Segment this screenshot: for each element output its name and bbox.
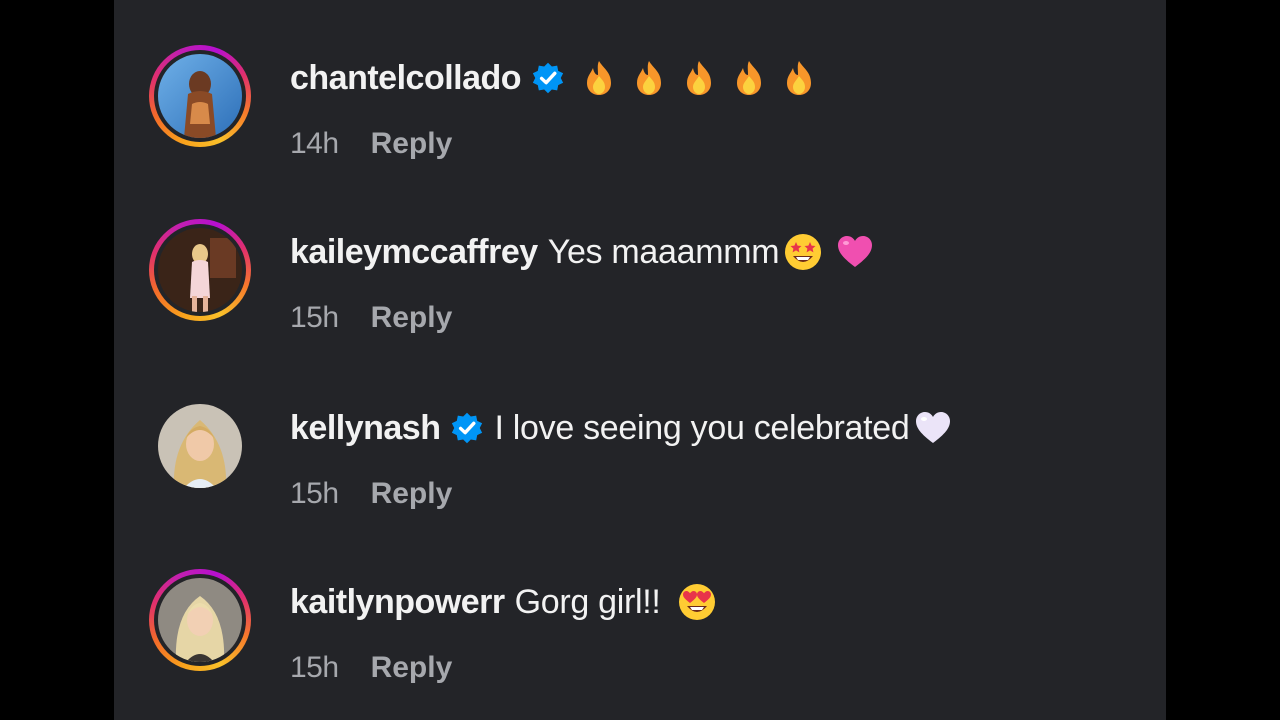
pink-heart-icon xyxy=(835,232,875,272)
story-ring[interactable] xyxy=(149,219,251,321)
comments-panel: chantelcollado 14h Reply kaileymccaffrey… xyxy=(114,0,1166,720)
story-ring[interactable] xyxy=(149,45,251,147)
username[interactable]: kellynash xyxy=(290,409,441,448)
story-ring[interactable] xyxy=(149,569,251,671)
username[interactable]: kaitlynpowerr xyxy=(290,583,505,622)
fire-icon xyxy=(629,58,669,98)
avatar[interactable] xyxy=(158,404,242,488)
verified-badge-icon xyxy=(450,411,484,445)
comment-item: kellynash I love seeing you celebrated 1… xyxy=(114,390,1166,540)
fire-icon xyxy=(679,58,719,98)
avatar[interactable] xyxy=(158,228,242,312)
comment-timestamp: 15h xyxy=(290,651,339,684)
comment-item: chantelcollado 14h Reply xyxy=(114,40,1166,190)
username[interactable]: chantelcollado xyxy=(290,59,522,98)
reply-button[interactable]: Reply xyxy=(371,477,453,511)
avatar[interactable] xyxy=(158,54,242,138)
avatar-frame[interactable] xyxy=(149,395,251,497)
white-heart-icon xyxy=(913,408,953,448)
reply-button[interactable]: Reply xyxy=(371,651,453,685)
comment-timestamp: 14h xyxy=(290,127,339,160)
comment-text: I love seeing you celebrated xyxy=(494,408,910,447)
star-struck-icon xyxy=(783,232,823,272)
reply-button[interactable]: Reply xyxy=(371,301,453,335)
comment-item: kaitlynpowerr Gorg girl!! 15h Reply xyxy=(114,564,1166,714)
reply-button[interactable]: Reply xyxy=(371,127,453,161)
comment-timestamp: 15h xyxy=(290,477,339,510)
fire-icon xyxy=(779,58,819,98)
username[interactable]: kaileymccaffrey xyxy=(290,233,538,272)
comment-timestamp: 15h xyxy=(290,301,339,334)
comment-text: Gorg girl!! xyxy=(514,582,661,621)
comment-item: kaileymccaffrey Yes maaammm 15h Reply xyxy=(114,214,1166,364)
fire-icon xyxy=(729,58,769,98)
fire-icon xyxy=(579,58,619,98)
heart-eyes-icon xyxy=(677,582,717,622)
avatar[interactable] xyxy=(158,578,242,662)
comment-text: Yes maaammm xyxy=(547,232,780,271)
verified-badge-icon xyxy=(531,61,565,95)
